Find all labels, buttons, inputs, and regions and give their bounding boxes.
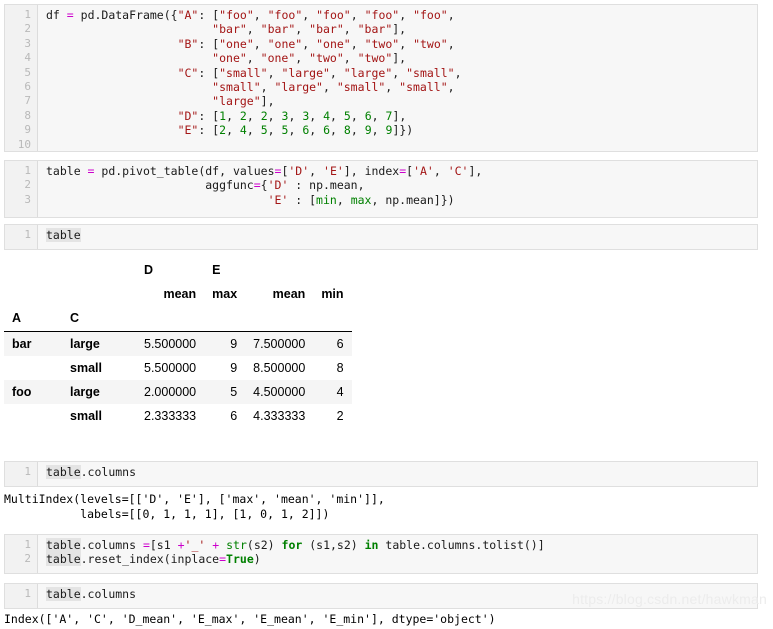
cell-d-mean: 2.333333 — [144, 409, 197, 423]
line-number: 5 — [24, 65, 31, 79]
row-index-c: small — [70, 409, 102, 423]
table-row: bar large 5.500000 9 7.500000 6 — [4, 331, 352, 356]
index-name-c: C — [62, 306, 136, 332]
line-number: 7 — [24, 94, 31, 108]
index-name-a: A — [4, 306, 62, 332]
table-index-names: A C — [4, 306, 352, 332]
index-line-1: Index(['A', 'C', 'D_mean', 'E_max', 'E_m… — [4, 612, 496, 626]
cell-e-mean: 7.500000 — [245, 331, 314, 356]
row-index-c: small — [70, 361, 102, 375]
table-row: small 5.500000 9 8.500000 8 — [4, 356, 352, 380]
line-number: 2 — [24, 552, 31, 566]
header-blank — [62, 258, 136, 282]
column-group-e: E — [204, 258, 352, 282]
dataframe-output: D E mean max mean min A C bar large 5.50… — [4, 258, 352, 428]
table-row: small 2.333333 6 4.333333 2 — [4, 404, 352, 428]
header-blank — [245, 306, 314, 332]
header-blank — [204, 306, 246, 332]
line-number-gutter-3: 1 — [5, 225, 38, 249]
line-number: 3 — [24, 192, 31, 206]
cell-e-max: 9 — [230, 361, 238, 375]
line-number: 1 — [24, 164, 31, 177]
row-index-a — [4, 404, 62, 428]
table-head: D E mean max mean min A C — [4, 258, 352, 332]
code-cell-5[interactable]: 1 2 table.columns =[s1 +'_' + str(s2) fo… — [4, 534, 758, 574]
line-number: 2 — [24, 22, 31, 36]
code-editor-5[interactable]: table.columns =[s1 +'_' + str(s2) for (s… — [38, 535, 757, 573]
cell-d-mean: 5.500000 — [136, 331, 205, 356]
column-header-e-min: min — [313, 282, 352, 306]
line-number: 1 — [24, 228, 31, 241]
line-number: 6 — [24, 80, 31, 94]
line-number: 4 — [24, 51, 31, 65]
row-index-a: bar — [4, 331, 62, 356]
code-editor-3[interactable]: table — [38, 225, 757, 249]
header-blank — [62, 282, 136, 306]
code-editor-6[interactable]: table.columns — [38, 584, 757, 608]
cell-e-max: 9 — [204, 331, 246, 356]
code-editor-4[interactable]: table.columns — [38, 462, 757, 486]
cell-d-mean: 2.000000 — [136, 380, 205, 404]
line-number: 9 — [24, 123, 31, 137]
table-row: foo large 2.000000 5 4.500000 4 — [4, 380, 352, 404]
row-index-a: foo — [4, 380, 62, 404]
cell-e-min: 2 — [336, 409, 344, 423]
line-number-gutter-6: 1 — [5, 584, 38, 608]
line-number: 3 — [24, 36, 31, 50]
column-header-e-max: max — [204, 282, 246, 306]
table-header-groups: D E — [4, 258, 352, 282]
cell-e-min: 6 — [313, 331, 352, 356]
cell-e-mean: 4.500000 — [245, 380, 314, 404]
cell-e-mean: 4.333333 — [253, 409, 306, 423]
pivot-table: D E mean max mean min A C bar large 5.50… — [4, 258, 352, 428]
line-number: 1 — [24, 465, 31, 478]
table-body: bar large 5.500000 9 7.500000 6 small 5.… — [4, 331, 352, 429]
line-number: 2 — [24, 178, 31, 192]
cell-e-min: 8 — [336, 361, 344, 375]
column-header-d-mean: mean — [136, 282, 205, 306]
code-cell-1[interactable]: 1 2 3 4 5 6 7 8 9 10 df = pd.DataFrame({… — [4, 4, 758, 152]
line-number-gutter-4: 1 — [5, 462, 38, 486]
code-cell-6[interactable]: 1 table.columns — [4, 583, 758, 609]
code-editor-1[interactable]: df = pd.DataFrame({"A": ["foo", "foo", "… — [38, 5, 757, 151]
row-index-c: large — [62, 380, 136, 404]
row-index-c: large — [62, 331, 136, 356]
line-number: 8 — [24, 108, 31, 122]
header-blank — [4, 282, 62, 306]
line-number: 10 — [17, 137, 31, 151]
row-index-a — [4, 356, 62, 380]
cell-e-max: 6 — [230, 409, 238, 423]
index-output: Index(['A', 'C', 'D_mean', 'E_max', 'E_m… — [4, 612, 496, 627]
column-group-d: D — [136, 258, 205, 282]
column-header-e-mean: mean — [245, 282, 314, 306]
header-blank — [4, 258, 62, 282]
cell-e-max: 5 — [204, 380, 246, 404]
header-blank — [313, 306, 352, 332]
notebook-page: 1 2 3 4 5 6 7 8 9 10 df = pd.DataFrame({… — [0, 0, 773, 629]
line-number: 1 — [24, 8, 31, 21]
line-number-gutter-2: 1 2 3 — [5, 161, 38, 217]
code-editor-2[interactable]: table = pd.pivot_table(df, values=['D', … — [38, 161, 757, 217]
cell-e-mean: 8.500000 — [253, 361, 306, 375]
cell-d-mean: 5.500000 — [144, 361, 197, 375]
cell-e-min: 4 — [313, 380, 352, 404]
multiindex-line-1: MultiIndex(levels=[['D', 'E'], ['max', '… — [4, 492, 385, 506]
line-number: 1 — [24, 538, 31, 551]
header-blank — [136, 306, 205, 332]
code-cell-4[interactable]: 1 table.columns — [4, 461, 758, 487]
code-cell-2[interactable]: 1 2 3 table = pd.pivot_table(df, values=… — [4, 160, 758, 218]
multiindex-output: MultiIndex(levels=[['D', 'E'], ['max', '… — [4, 492, 385, 522]
line-number-gutter-1: 1 2 3 4 5 6 7 8 9 10 — [5, 5, 38, 151]
table-header-aggs: mean max mean min — [4, 282, 352, 306]
line-number: 1 — [24, 587, 31, 600]
multiindex-line-2: labels=[[0, 1, 1, 1], [1, 0, 1, 2]]) — [4, 507, 330, 521]
line-number-gutter-5: 1 2 — [5, 535, 38, 573]
code-cell-3[interactable]: 1 table — [4, 224, 758, 250]
